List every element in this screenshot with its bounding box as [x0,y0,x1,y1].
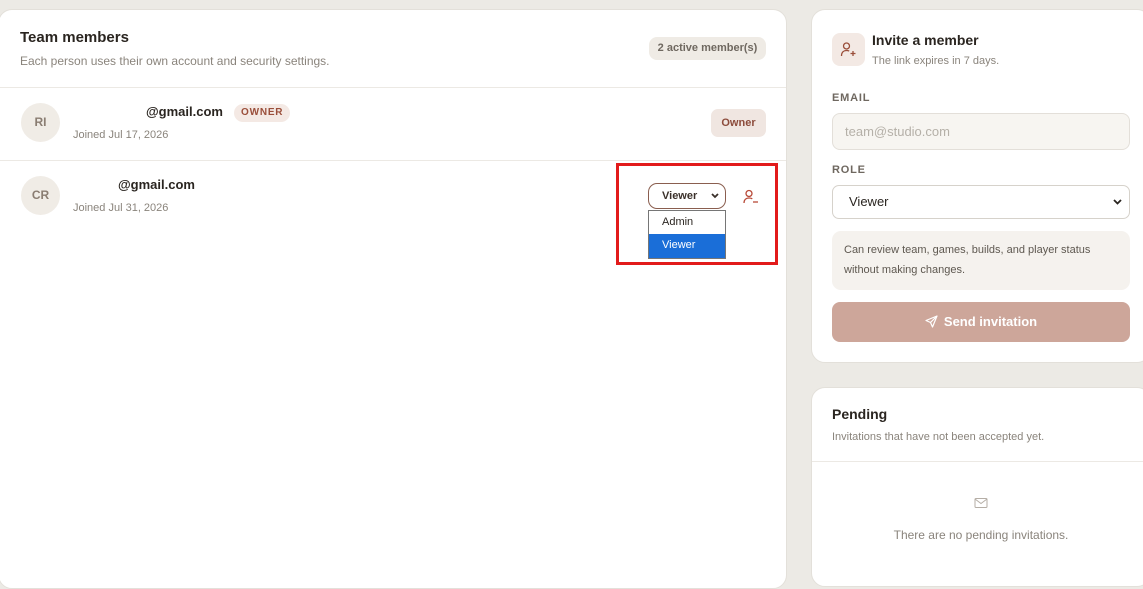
mail-check-icon [974,496,988,514]
invite-member-card: Invite a member The link expires in 7 da… [811,9,1143,363]
member-email: @gmail.com [118,177,195,192]
paper-plane-icon [925,315,938,328]
team-members-card: Team members Each person uses their own … [0,9,787,589]
divider [0,87,786,88]
member-joined-date: Joined Jul 17, 2026 [73,129,169,141]
member-role-value: Viewer [662,190,698,202]
role-description: Can review team, games, builds, and play… [832,231,1130,290]
role-option-viewer[interactable]: Viewer [649,234,725,258]
invite-role-value: Viewer [849,194,889,209]
pending-title: Pending [832,406,888,422]
owner-badge: OWNER [234,104,291,122]
avatar: RI [21,103,60,142]
active-members-badge: 2 active member(s) [649,37,766,60]
send-invitation-button[interactable]: Send invitation [832,302,1130,342]
avatar: CR [21,176,60,215]
role-dropdown-list: Admin Viewer [648,210,726,259]
email-label: EMAIL [832,92,871,104]
member-role-select[interactable]: Viewer [648,183,726,209]
role-option-admin[interactable]: Admin [649,211,725,234]
member-email: @gmail.com [146,104,223,119]
invite-title: Invite a member [872,32,979,48]
divider [812,461,1143,462]
pending-card: Pending Invitations that have not been a… [811,387,1143,587]
user-plus-icon [832,33,865,66]
team-members-subtitle: Each person uses their own account and s… [20,54,330,68]
user-minus-icon[interactable] [742,188,760,206]
role-label: ROLE [832,164,866,176]
owner-role-label: Owner [711,109,766,137]
pending-subtitle: Invitations that have not been accepted … [832,431,1045,443]
invite-role-select[interactable]: Viewer [832,185,1130,219]
email-field[interactable]: team@studio.com [832,113,1130,150]
member-joined-date: Joined Jul 31, 2026 [73,202,169,214]
send-invitation-label: Send invitation [943,314,1038,329]
invite-subtitle: The link expires in 7 days. [872,55,1000,67]
team-members-title: Team members [20,29,129,46]
pending-empty-text: There are no pending invitations. [893,528,1069,542]
divider [0,160,786,161]
chevron-down-icon [1112,186,1123,231]
